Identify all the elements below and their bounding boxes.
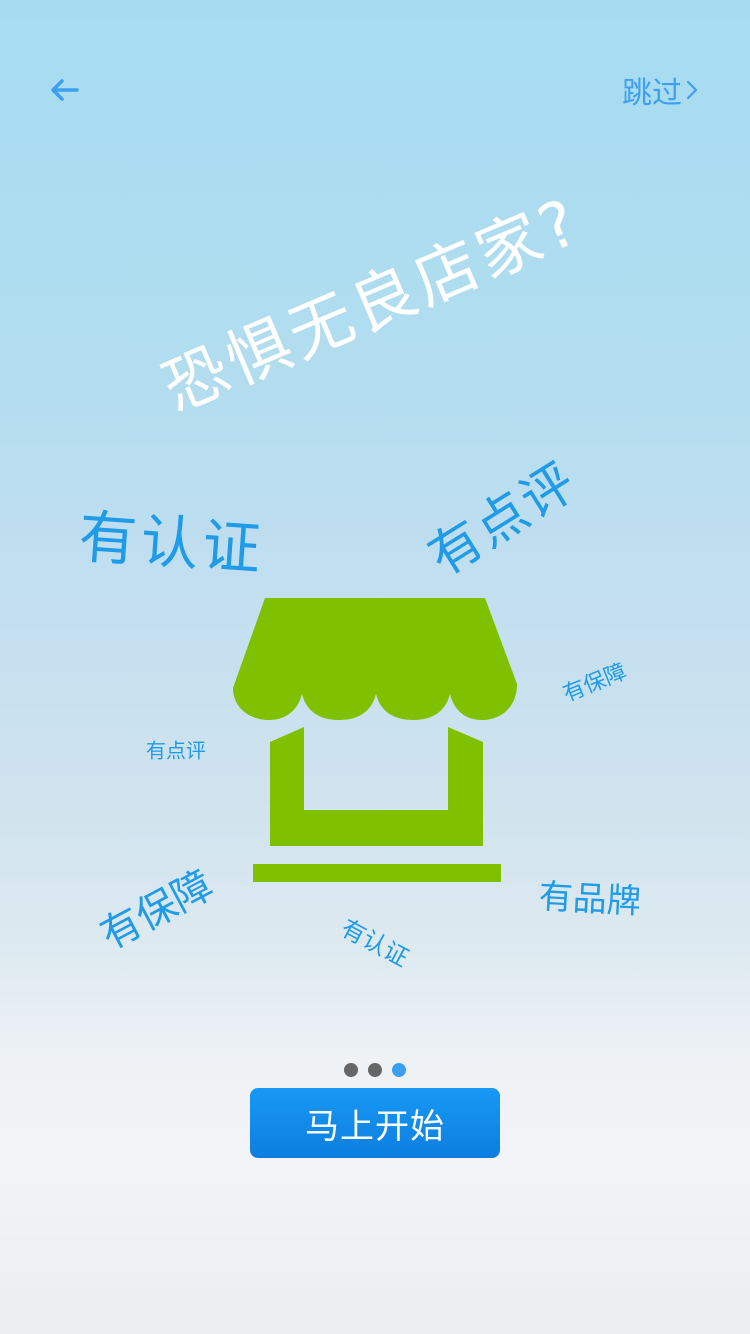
skip-button[interactable]: 跳过 xyxy=(622,66,698,114)
tag-guarantee-small: 有保障 xyxy=(559,659,631,708)
start-now-label: 马上开始 xyxy=(305,1106,445,1147)
tag-brand: 有品牌 xyxy=(537,876,642,923)
headline: 恐惧无良店家? xyxy=(152,184,593,427)
page-dot-3-active[interactable] xyxy=(392,1063,406,1077)
page-dot-2[interactable] xyxy=(368,1063,382,1077)
tag-reviews-large: 有点评 xyxy=(418,451,588,589)
page-indicator xyxy=(0,1063,750,1077)
arrow-left-icon xyxy=(51,79,79,101)
tag-certified-large: 有认证 xyxy=(76,502,267,584)
back-button[interactable] xyxy=(40,66,88,114)
skip-label: 跳过 xyxy=(622,76,682,111)
chevron-right-icon xyxy=(686,80,698,100)
start-now-button[interactable]: 马上开始 xyxy=(250,1088,500,1158)
tag-certified-small: 有认证 xyxy=(336,913,414,973)
page-dot-1[interactable] xyxy=(344,1063,358,1077)
storefront-icon xyxy=(233,598,517,882)
tag-guarantee-large: 有保障 xyxy=(93,862,221,960)
tag-reviews-small: 有点评 xyxy=(146,738,206,763)
